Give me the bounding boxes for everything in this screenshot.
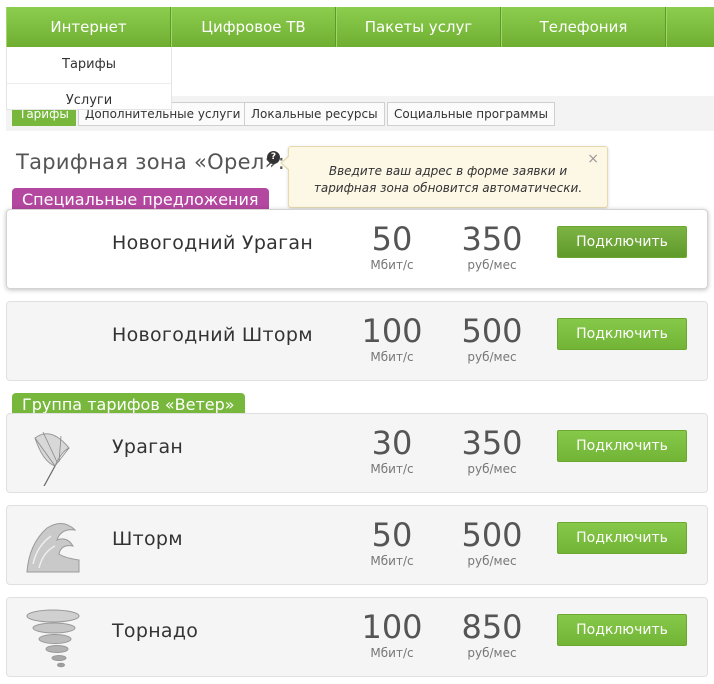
price-unit: руб/мес	[467, 646, 517, 660]
speed-value: 100	[361, 608, 423, 646]
tariff-name: Новогодний Шторм	[112, 324, 313, 346]
tariff-price: 350 руб/мес	[447, 424, 537, 476]
tariff-speed: 30 Мбит/с	[347, 424, 437, 476]
connect-button[interactable]: Подключить	[557, 226, 687, 258]
tariff-speed: 100 Мбит/с	[347, 608, 437, 660]
tariff-card: Шторм 50 Мбит/с 500 руб/мес Подключить	[6, 505, 708, 585]
speed-unit: Мбит/с	[370, 258, 414, 272]
tooltip-arrow	[280, 155, 290, 171]
tooltip-line-2: тарифная зона обновится автоматически.	[313, 181, 583, 195]
wave-icon	[26, 523, 80, 573]
zone-tooltip: × Введите ваш адрес в форме заявки и тар…	[280, 146, 608, 208]
close-icon[interactable]: ×	[587, 151, 599, 168]
page-title: Тарифная зона «Орел»:	[16, 150, 286, 174]
tooltip-line-1: Введите ваш адрес в форме заявки и	[328, 164, 568, 178]
tariff-card: Ураган 30 Мбит/с 350 руб/мес Подключить	[6, 413, 708, 493]
dropdown-item-services[interactable]: Услуги	[7, 83, 171, 109]
tariff-name: Ураган	[112, 436, 184, 458]
tariff-card: Новогодний Шторм 100 Мбит/с 500 руб/мес …	[6, 301, 708, 381]
speed-unit: Мбит/с	[370, 462, 414, 476]
nav-digital-tv[interactable]: Цифровое ТВ	[171, 7, 336, 47]
tariff-speed: 100 Мбит/с	[347, 312, 437, 364]
nav-service-packages[interactable]: Пакеты услуг	[336, 7, 501, 47]
price-unit: руб/мес	[467, 554, 517, 568]
price-value: 500	[461, 516, 523, 554]
speed-value: 100	[361, 312, 423, 350]
tariff-name: Новогодний Ураган	[112, 232, 314, 254]
connect-button[interactable]: Подключить	[557, 522, 687, 554]
connect-button[interactable]: Подключить	[557, 614, 687, 646]
speed-unit: Мбит/с	[370, 350, 414, 364]
umbrella-icon	[34, 431, 70, 486]
connect-button[interactable]: Подключить	[557, 430, 687, 462]
tariff-price: 500 руб/мес	[447, 312, 537, 364]
nav-internet[interactable]: Интернет	[6, 7, 171, 47]
tariff-price: 850 руб/мес	[447, 608, 537, 660]
price-unit: руб/мес	[467, 350, 517, 364]
price-value: 850	[461, 608, 523, 646]
nav-telephony[interactable]: Телефония	[501, 7, 666, 47]
tab-social-programs[interactable]: Социальные программы	[387, 102, 555, 126]
tariff-name: Шторм	[112, 528, 183, 550]
tariff-speed: 50 Мбит/с	[347, 220, 437, 272]
top-navigation: Интернет Цифровое ТВ Пакеты услуг Телефо…	[6, 7, 714, 47]
tariff-price: 350 руб/мес	[447, 220, 537, 272]
price-value: 500	[461, 312, 523, 350]
speed-value: 50	[371, 516, 413, 554]
tariff-card: Новогодний Ураган 50 Мбит/с 350 руб/мес …	[6, 209, 708, 289]
tariff-card: Торнадо 100 Мбит/с 850 руб/мес Подключит…	[6, 597, 708, 677]
speed-unit: Мбит/с	[370, 554, 414, 568]
speed-value: 30	[371, 424, 413, 462]
speed-value: 50	[371, 220, 413, 258]
dropdown-item-tariffs[interactable]: Тарифы	[7, 47, 171, 83]
tornado-icon	[26, 609, 80, 668]
help-icon[interactable]: ?	[267, 151, 280, 164]
internet-dropdown: Тарифы Услуги	[6, 47, 172, 110]
price-unit: руб/мес	[467, 462, 517, 476]
connect-button[interactable]: Подключить	[557, 318, 687, 350]
price-value: 350	[461, 424, 523, 462]
nav-more[interactable]	[666, 7, 714, 47]
tariff-speed: 50 Мбит/с	[347, 516, 437, 568]
price-unit: руб/мес	[467, 258, 517, 272]
tab-local-resources[interactable]: Локальные ресурсы	[244, 102, 385, 126]
tariff-price: 500 руб/мес	[447, 516, 537, 568]
price-value: 350	[461, 220, 523, 258]
tariff-name: Торнадо	[112, 620, 199, 642]
speed-unit: Мбит/с	[370, 646, 414, 660]
